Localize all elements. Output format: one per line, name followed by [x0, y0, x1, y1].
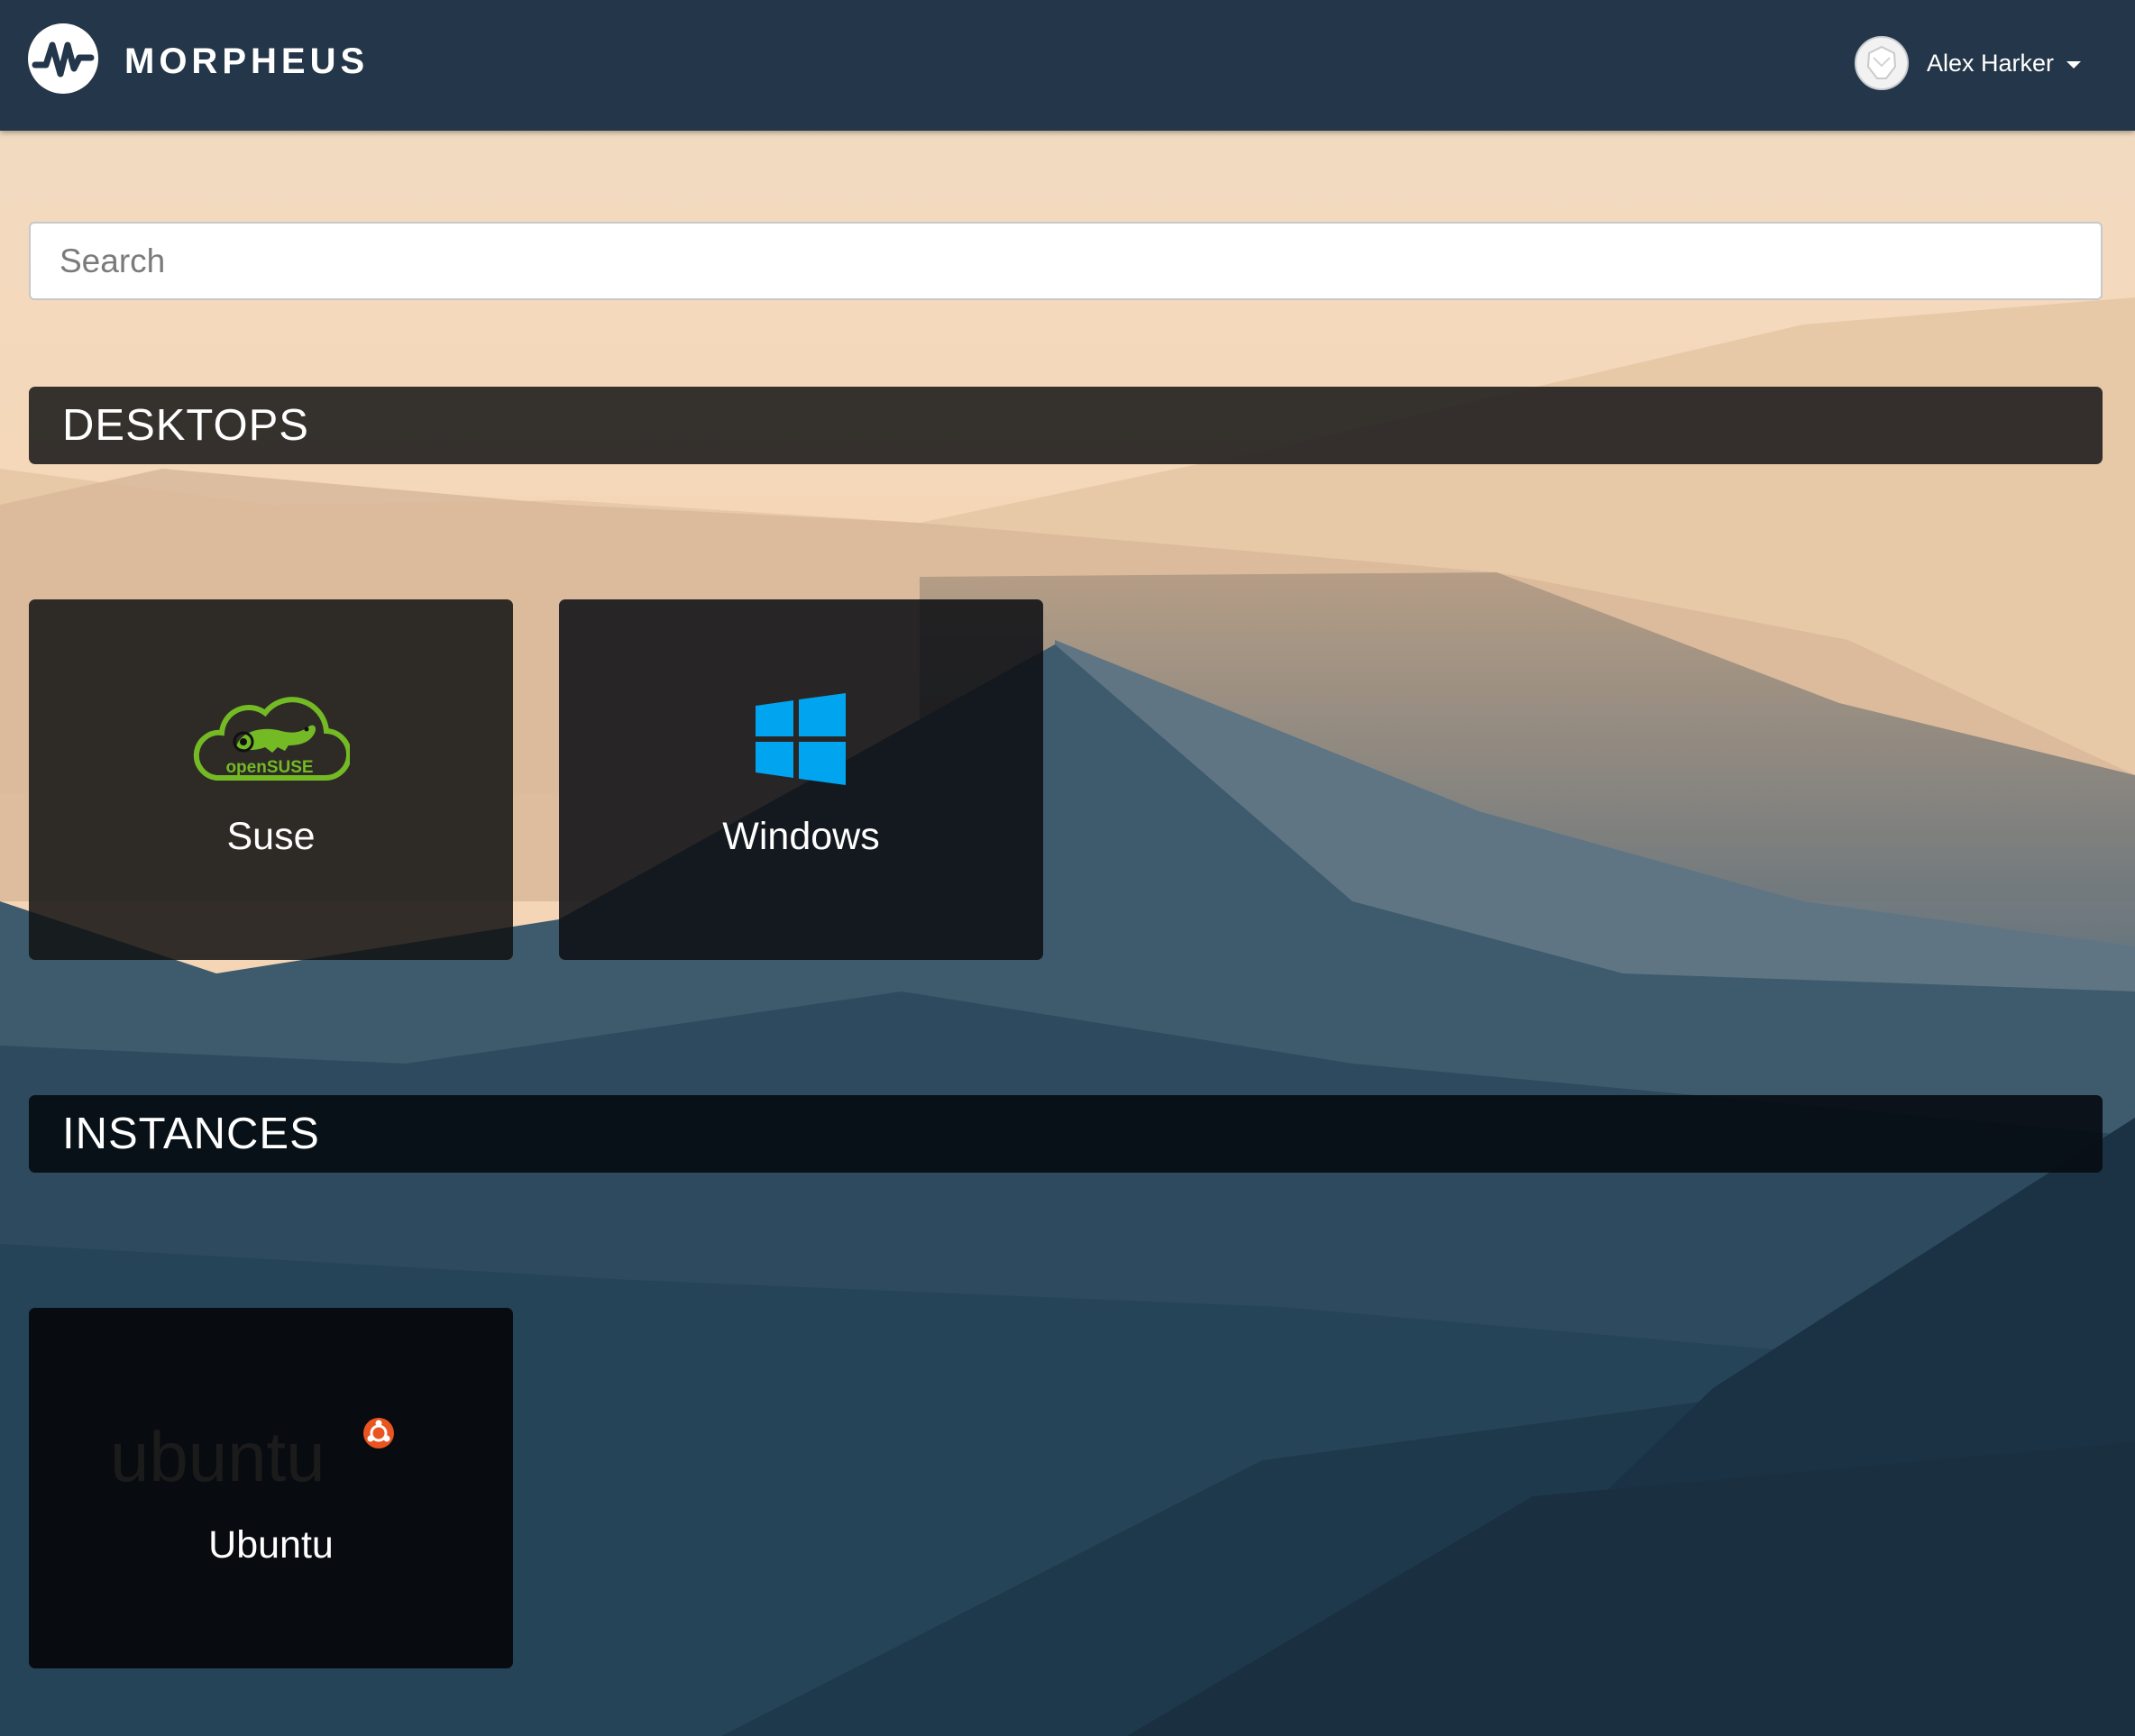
tile-suse[interactable]: openSUSE Suse	[29, 599, 513, 960]
opensuse-logo-icon: openSUSE	[193, 697, 350, 781]
user-name[interactable]: Alex Harker	[1927, 49, 2054, 78]
ubuntu-logo-icon: ubuntu	[110, 1417, 394, 1490]
avatar-icon[interactable]	[1854, 36, 1909, 90]
tile-label: Suse	[226, 815, 316, 858]
windows-logo-icon	[756, 693, 846, 785]
tile-label: Ubuntu	[208, 1523, 334, 1567]
tile-windows[interactable]: Windows	[559, 599, 1043, 960]
section-title: INSTANCES	[62, 1110, 320, 1158]
section-header-instances: INSTANCES	[29, 1095, 2103, 1173]
chevron-down-icon[interactable]	[2066, 61, 2081, 69]
section-title: DESKTOPS	[62, 401, 309, 450]
brand-name[interactable]: MORPHEUS	[124, 40, 369, 83]
svg-text:openSUSE: openSUSE	[225, 758, 313, 777]
search-input[interactable]	[29, 222, 2103, 300]
tile-label: Windows	[722, 815, 880, 858]
user-menu[interactable]: Alex Harker	[1854, 34, 2081, 92]
svg-text:ubuntu: ubuntu	[110, 1417, 325, 1490]
tile-ubuntu[interactable]: ubuntu Ubuntu	[29, 1308, 513, 1668]
morpheus-logo-icon[interactable]	[28, 23, 98, 94]
top-navbar: MORPHEUS Alex Harker	[0, 0, 2135, 131]
section-header-desktops: DESKTOPS	[29, 387, 2103, 464]
